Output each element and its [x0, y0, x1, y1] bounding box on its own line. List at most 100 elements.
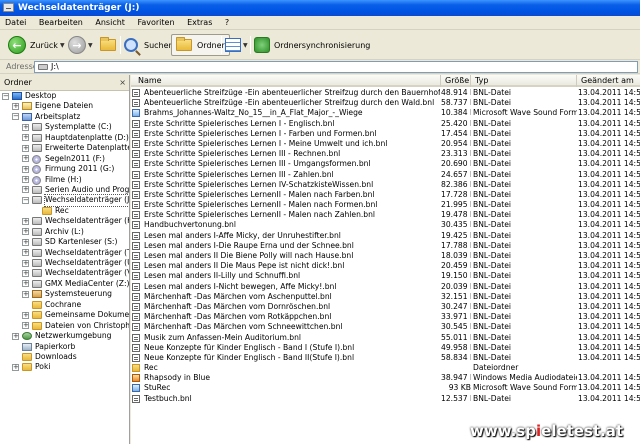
expand-icon[interactable]: +	[22, 217, 29, 225]
expand-icon[interactable]: +	[22, 269, 29, 277]
menu-bearbeiten[interactable]: Bearbeiten	[34, 16, 88, 30]
file-row[interactable]: Rhapsody in Blue 38.947 KBWindows Media A…	[131, 373, 640, 383]
sync-button[interactable]: Ordnersynchronisierung	[254, 34, 370, 56]
file-row[interactable]: Brahms_Johannes-Waltz_No_15__in_A_Flat_M…	[131, 108, 640, 118]
file-row[interactable]: Lesen mal anders II Die Maus Pepe ist ni…	[131, 261, 640, 271]
expand-icon[interactable]: +	[22, 186, 29, 194]
tree-item[interactable]: + Filme (H:)	[0, 175, 129, 185]
file-row[interactable]: Lesen mal anders II Die Biene Polly will…	[131, 251, 640, 261]
expand-icon[interactable]: +	[12, 332, 19, 340]
file-row[interactable]: StuRec 93 KB Microsoft Wave Sound Format 13…	[131, 383, 640, 393]
tree-item[interactable]: + Serien Audio und Programme	[0, 185, 129, 195]
tree-item[interactable]: + Systemplatte (C:)	[0, 122, 129, 132]
file-row[interactable]: Erste Schritte Spielerisches LernenII - …	[131, 190, 640, 200]
expand-icon[interactable]: +	[12, 363, 19, 371]
menu-ansicht[interactable]: Ansicht	[90, 16, 130, 30]
file-row[interactable]: Abenteuerliche Streifzüge -Ein abenteuer…	[131, 88, 640, 98]
collapse-icon[interactable]: −	[2, 92, 9, 100]
menu-extras[interactable]: Extras	[182, 16, 217, 30]
menu-help[interactable]: ?	[220, 16, 234, 30]
expand-icon[interactable]: +	[12, 102, 19, 110]
expand-icon[interactable]: +	[22, 322, 29, 330]
tree-item[interactable]: + Wechseldatenträger (V:)	[0, 268, 129, 278]
tree-item[interactable]: + Dateien von Christoph Puhl	[0, 321, 129, 331]
expand-icon[interactable]: +	[22, 123, 29, 131]
file-row[interactable]: Musik zum Anfassen-Mein Auditorium.bnl 55…	[131, 333, 640, 343]
collapse-icon[interactable]: −	[22, 196, 29, 204]
file-row[interactable]: Erste Schritte Spielerisches LernenII - …	[131, 210, 640, 220]
tree-item[interactable]: + Erweiterte Datenplatte (E:)	[0, 143, 129, 153]
col-type[interactable]: Typ	[471, 75, 577, 87]
file-row[interactable]: Lesen mal anders I-Die Raupe Erna und de…	[131, 241, 640, 251]
expand-icon[interactable]: +	[22, 290, 29, 298]
tree-item[interactable]: + Segeln2011 (F:)	[0, 154, 129, 164]
expand-icon[interactable]: +	[22, 155, 29, 163]
file-row[interactable]: Erste Schritte Spielerisches Lernen I - …	[131, 119, 640, 129]
col-size[interactable]: Größe	[441, 75, 471, 87]
up-button[interactable]	[100, 34, 116, 56]
expand-icon[interactable]: +	[22, 280, 29, 288]
file-row[interactable]: Märchenhaft -Das Märchen vom Aschenputte…	[131, 292, 640, 302]
file-row[interactable]: Erste Schritte Spielerisches Lernen III …	[131, 170, 640, 180]
tree-item[interactable]: + Wechseldatenträger (U:)	[0, 258, 129, 268]
tree-item[interactable]: − Desktop	[0, 91, 129, 101]
tree-item[interactable]: + Wechseldatenträger (K:)	[0, 216, 129, 226]
menu-datei[interactable]: Datei	[0, 16, 31, 30]
expand-icon[interactable]: +	[22, 144, 29, 152]
tree-item[interactable]: + Gemeinsame Dokumente	[0, 310, 129, 320]
file-row[interactable]: Testbuch.bnl 12.537 KBBNL-Datei 13.04.2011…	[131, 394, 640, 404]
collapse-icon[interactable]: −	[12, 113, 19, 121]
file-row[interactable]: Märchenhaft -Das Märchen vom Schneewittc…	[131, 322, 640, 332]
col-name[interactable]: Name	[131, 75, 441, 87]
file-row[interactable]: Erste Schritte Spielerisches Lernen III …	[131, 159, 640, 169]
expand-icon[interactable]: +	[22, 176, 29, 183]
expand-icon[interactable]: +	[22, 134, 29, 142]
file-row[interactable]: Erste Schritte Spielerisches Lernen IV-S…	[131, 180, 640, 190]
file-row[interactable]: Märchenhaft -Das Märchen vom Dornröschen…	[131, 302, 640, 312]
tree-item[interactable]: + Hauptdatenplatte (D:)	[0, 133, 129, 143]
expand-icon[interactable]: +	[22, 228, 29, 236]
file-row[interactable]: Lesen mal anders II-Lilly und Schnuffi.b…	[131, 271, 640, 281]
file-row[interactable]: Handbuchvertonung.bnl 30.435 KBBNL-Datei 1…	[131, 220, 640, 230]
file-row[interactable]: Rec Dateiordner	[131, 363, 640, 373]
expand-icon[interactable]: +	[22, 311, 29, 319]
tree-item[interactable]: + Eigene Dateien	[0, 101, 129, 111]
col-date[interactable]: Geändert am	[577, 75, 640, 87]
file-row[interactable]: Neue Konzepte für Kinder Englisch - Band…	[131, 343, 640, 353]
tree-item[interactable]: + Systemsteuerung	[0, 289, 129, 299]
tree-item[interactable]: Downloads	[0, 352, 129, 362]
tree-item[interactable]: − Arbeitsplatz	[0, 112, 129, 122]
tree-item[interactable]: Rec	[0, 206, 129, 216]
expand-icon[interactable]: +	[22, 259, 29, 267]
tree-item[interactable]: + GMX MediaCenter (Z:)	[0, 279, 129, 289]
expand-icon[interactable]: +	[22, 249, 29, 257]
file-row[interactable]: Märchenhaft -Das Märchen vom Rotkäppchen…	[131, 312, 640, 322]
title-bar[interactable]: Wechseldatenträger (J:)	[0, 0, 640, 16]
file-row[interactable]: Lesen mal anders I-Nicht bewegen, Affe M…	[131, 282, 640, 292]
tree-item[interactable]: + Firmung 2011 (G:)	[0, 164, 129, 175]
file-row[interactable]: Erste Schritte Spielerisches LernenII - …	[131, 200, 640, 210]
expand-icon[interactable]: +	[22, 238, 29, 246]
search-button[interactable]: Suchen	[124, 34, 174, 56]
forward-button[interactable]: → ▼	[68, 34, 93, 56]
close-icon[interactable]: ×	[119, 75, 126, 91]
file-row[interactable]: Abenteuerliche Streifzüge -Ein abenteuer…	[131, 98, 640, 108]
file-row[interactable]: Erste Schritte Spielerisches Lernen I - …	[131, 139, 640, 149]
tree-item[interactable]: + Netzwerkumgebung	[0, 331, 129, 341]
tree-item[interactable]: + SD Kartenleser (S:)	[0, 237, 129, 247]
file-row[interactable]: Neue Konzepte für Kinder Englisch - Band…	[131, 353, 640, 363]
file-row[interactable]: Lesen mal anders I-Affe Micky, der Unruh…	[131, 231, 640, 241]
tree-item[interactable]: Papierkorb	[0, 342, 129, 352]
expand-icon[interactable]: +	[22, 165, 29, 173]
tree-item[interactable]: + Poki	[0, 362, 129, 372]
tree-item[interactable]: Cochrane	[0, 300, 129, 310]
tree-item[interactable]: + Wechseldatenträger (T:)	[0, 248, 129, 258]
tree-item[interactable]: + Archiv (L:)	[0, 227, 129, 237]
back-button[interactable]: ← Zurück ▼	[8, 34, 65, 56]
views-button[interactable]: ▼	[225, 34, 248, 56]
tree-item[interactable]: − Wechseldatenträger (J:)	[0, 194, 129, 207]
file-row[interactable]: Erste Schritte Spielerisches Lernen III …	[131, 149, 640, 159]
menu-favoriten[interactable]: Favoriten	[132, 16, 179, 30]
file-row[interactable]: Erste Schritte Spielerisches Lernen I - …	[131, 129, 640, 139]
address-input[interactable]: J:\	[34, 61, 638, 73]
